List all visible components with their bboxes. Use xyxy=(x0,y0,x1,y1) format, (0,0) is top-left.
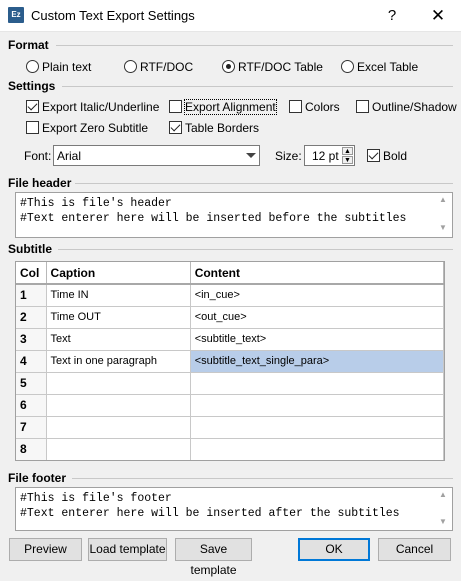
caption-cell[interactable]: Text in one paragraph xyxy=(46,350,191,373)
outline-shadow-checkbox[interactable] xyxy=(356,100,369,113)
export-alignment-checkbox[interactable] xyxy=(169,100,182,113)
chevron-down-icon xyxy=(246,153,256,158)
caption-cell[interactable]: Text xyxy=(46,328,191,351)
format-divider xyxy=(56,45,453,46)
content-cell[interactable] xyxy=(190,416,444,439)
export-zero-subtitle-label[interactable]: Export Zero Subtitle xyxy=(42,121,148,135)
caption-cell[interactable] xyxy=(46,416,191,439)
row-number: 8 xyxy=(16,438,47,460)
column-header-content[interactable]: Content xyxy=(190,262,444,285)
format-section-label: Format xyxy=(8,38,49,52)
file-footer-section-label: File footer xyxy=(8,471,67,485)
file-footer-textarea[interactable]: #This is file's footer #Text enterer her… xyxy=(15,487,453,531)
table-row[interactable]: 2 Time OUT <out_cue> xyxy=(16,306,444,329)
row-number: 6 xyxy=(16,394,47,417)
colors-checkbox[interactable] xyxy=(289,100,302,113)
radio-rtf-doc-label[interactable]: RTF/DOC xyxy=(140,60,193,74)
bold-label[interactable]: Bold xyxy=(383,149,407,163)
row-number: 4 xyxy=(16,350,47,373)
scroll-up-icon[interactable]: ▲ xyxy=(437,195,449,205)
save-template-button[interactable]: Save template xyxy=(175,538,252,577)
subtitle-section-label: Subtitle xyxy=(8,242,52,256)
radio-rtf-doc-table[interactable] xyxy=(222,60,235,73)
table-header-row: Col Caption Content xyxy=(16,262,444,285)
load-template-button[interactable]: Load template xyxy=(88,538,167,561)
table-row[interactable]: 6 xyxy=(16,394,444,417)
export-italic-label[interactable]: Export Italic/Underline xyxy=(42,100,159,114)
caption-cell[interactable] xyxy=(46,372,191,395)
table-borders-label[interactable]: Table Borders xyxy=(185,121,259,135)
content-cell[interactable] xyxy=(190,372,444,395)
row-number: 5 xyxy=(16,372,47,395)
font-select-value: Arial xyxy=(57,149,82,163)
file-header-section-label: File header xyxy=(8,176,72,190)
bold-checkbox[interactable] xyxy=(367,149,380,162)
radio-rtf-doc[interactable] xyxy=(124,60,137,73)
title-bar: Ez Custom Text Export Settings ? ✕ xyxy=(0,0,461,32)
file-header-textarea[interactable]: #This is file's header #Text enterer her… xyxy=(15,192,453,238)
app-icon: Ez xyxy=(8,7,24,23)
table-row[interactable]: 4 Text in one paragraph <subtitle_text_s… xyxy=(16,350,444,373)
radio-rtf-doc-table-label[interactable]: RTF/DOC Table xyxy=(238,60,323,74)
table-borders-checkbox[interactable] xyxy=(169,121,182,134)
content-cell[interactable]: <in_cue> xyxy=(190,284,444,307)
caption-cell[interactable] xyxy=(46,438,191,460)
radio-plain-text[interactable] xyxy=(26,60,39,73)
font-select[interactable]: Arial xyxy=(53,145,260,166)
table-row[interactable]: 5 xyxy=(16,372,444,395)
row-number: 2 xyxy=(16,306,47,329)
help-button[interactable]: ? xyxy=(374,4,410,28)
row-number: 7 xyxy=(16,416,47,439)
radio-excel-table[interactable] xyxy=(341,60,354,73)
table-row[interactable]: 3 Text <subtitle_text> xyxy=(16,328,444,351)
spin-down-icon[interactable]: ▼ xyxy=(342,156,353,164)
table-row[interactable]: 7 xyxy=(16,416,444,439)
font-label: Font: xyxy=(24,149,52,163)
export-italic-checkbox[interactable] xyxy=(26,100,39,113)
export-alignment-label[interactable]: Export Alignment xyxy=(184,99,277,115)
subtitle-divider xyxy=(58,249,453,250)
content-cell[interactable]: <subtitle_text> xyxy=(190,328,444,351)
content-cell-selected[interactable]: <subtitle_text_single_para> xyxy=(190,350,444,373)
scroll-down-icon[interactable]: ▼ xyxy=(437,223,449,233)
content-cell[interactable]: <out_cue> xyxy=(190,306,444,329)
file-footer-divider xyxy=(72,478,453,479)
radio-plain-text-label[interactable]: Plain text xyxy=(42,60,91,74)
column-header-col[interactable]: Col xyxy=(16,262,47,285)
size-stepper[interactable]: 12 pt ▲ ▼ xyxy=(304,145,355,166)
size-label: Size: xyxy=(275,149,302,163)
radio-excel-table-label[interactable]: Excel Table xyxy=(357,60,418,74)
caption-cell[interactable]: Time IN xyxy=(46,284,191,307)
colors-label[interactable]: Colors xyxy=(305,100,340,114)
table-row[interactable]: 8 xyxy=(16,438,444,460)
scroll-down-icon[interactable]: ▼ xyxy=(437,517,449,527)
preview-button[interactable]: Preview xyxy=(9,538,82,561)
row-number: 1 xyxy=(16,284,47,307)
table-row[interactable]: 1 Time IN <in_cue> xyxy=(16,284,444,307)
cancel-button[interactable]: Cancel xyxy=(378,538,451,561)
subtitle-grid[interactable]: Col Caption Content 1 Time IN <in_cue> 2… xyxy=(15,261,445,461)
close-button[interactable]: ✕ xyxy=(420,4,456,28)
settings-divider xyxy=(62,86,453,87)
scroll-up-icon[interactable]: ▲ xyxy=(437,490,449,500)
column-header-caption[interactable]: Caption xyxy=(46,262,191,285)
subtitle-table: Col Caption Content 1 Time IN <in_cue> 2… xyxy=(16,262,444,460)
size-value: 12 pt xyxy=(312,149,339,163)
row-number: 3 xyxy=(16,328,47,351)
settings-section-label: Settings xyxy=(8,79,56,93)
file-header-divider xyxy=(75,183,453,184)
outline-shadow-label[interactable]: Outline/Shadow xyxy=(372,100,457,114)
content-cell[interactable] xyxy=(190,394,444,417)
window-title: Custom Text Export Settings xyxy=(31,8,195,23)
spin-up-icon[interactable]: ▲ xyxy=(342,147,353,155)
caption-cell[interactable]: Time OUT xyxy=(46,306,191,329)
caption-cell[interactable] xyxy=(46,394,191,417)
export-zero-subtitle-checkbox[interactable] xyxy=(26,121,39,134)
content-cell[interactable] xyxy=(190,438,444,460)
ok-button[interactable]: OK xyxy=(298,538,370,561)
